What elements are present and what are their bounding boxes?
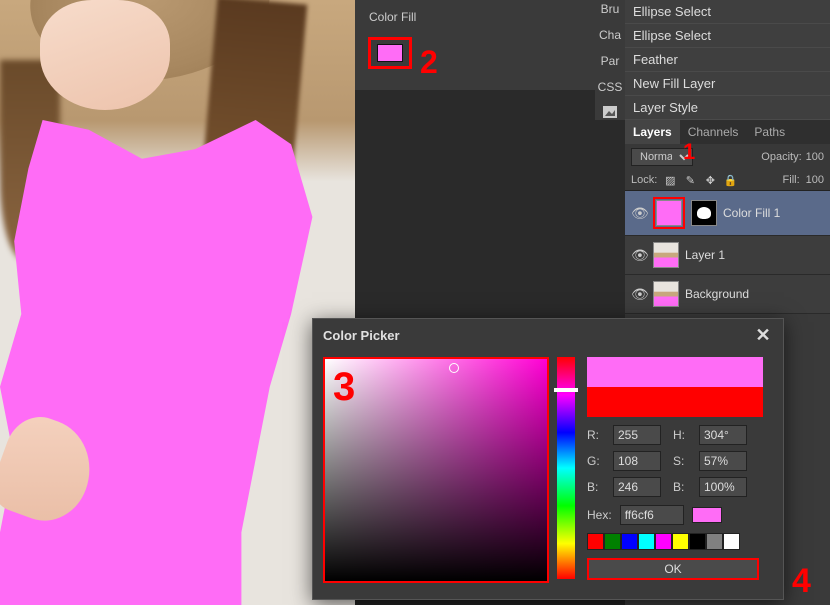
palette-swatch[interactable] — [604, 533, 621, 550]
panel-tab-character[interactable]: Cha — [599, 28, 621, 42]
palette-swatch[interactable] — [621, 533, 638, 550]
properties-title: Color Fill — [369, 10, 611, 24]
layer-thumbnail[interactable] — [653, 242, 679, 268]
sv-cursor-icon — [449, 363, 459, 373]
layer-row-background[interactable]: 👁 Background — [625, 275, 830, 314]
image-icon[interactable] — [603, 106, 617, 120]
layer-thumbnail-selection — [653, 197, 685, 229]
s-input[interactable] — [699, 451, 747, 471]
history-item[interactable]: Layer Style — [625, 96, 830, 120]
history-item[interactable]: New Fill Layer — [625, 72, 830, 96]
color-preview-new — [587, 357, 763, 387]
photo-face — [40, 0, 170, 110]
layer-name[interactable]: Background — [685, 287, 749, 301]
fill-label: Fill: — [783, 174, 800, 186]
history-item[interactable]: Feather — [625, 48, 830, 72]
lock-move-icon[interactable]: ✥ — [703, 173, 717, 187]
hue-cursor-icon — [554, 388, 578, 392]
annotation-number-1: 1 — [683, 139, 695, 165]
lock-all-icon[interactable]: 🔒 — [723, 173, 737, 187]
hue-slider[interactable] — [557, 357, 575, 579]
panel-tab-css[interactable]: CSS — [598, 80, 623, 94]
hex-input[interactable] — [620, 505, 684, 525]
palette-swatch[interactable] — [689, 533, 706, 550]
dialog-titlebar[interactable]: Color Picker ✕ — [313, 319, 783, 351]
layer-name[interactable]: Color Fill 1 — [723, 206, 780, 220]
annotation-number-4: 4 — [792, 562, 811, 601]
palette-row — [587, 533, 773, 550]
color-preview-old[interactable] — [587, 387, 763, 417]
hex-swatch — [692, 507, 722, 523]
brightness-input[interactable] — [699, 477, 747, 497]
color-values-grid: R: H: G: S: B: B: — [587, 425, 773, 497]
layers-blend-row: Normal 1 Opacity: 100 — [625, 144, 830, 170]
palette-swatch[interactable] — [723, 533, 740, 550]
layer-name[interactable]: Layer 1 — [685, 248, 725, 262]
properties-body — [355, 90, 625, 320]
visibility-toggle-icon[interactable]: 👁 — [631, 205, 647, 222]
brightness-label: B: — [673, 480, 691, 494]
layer-row-layer1[interactable]: 👁 Layer 1 — [625, 236, 830, 275]
panel-tab-brushes[interactable]: Bru — [601, 2, 620, 16]
panel-tab-paragraph[interactable]: Par — [601, 54, 620, 68]
lock-brush-icon[interactable]: ✎ — [683, 173, 697, 187]
r-input[interactable] — [613, 425, 661, 445]
h-label: H: — [673, 428, 691, 442]
palette-swatch[interactable] — [655, 533, 672, 550]
layers-lock-row: Lock: ▨ ✎ ✥ 🔒 Fill: 100 — [625, 170, 830, 191]
color-fill-swatch[interactable] — [369, 38, 411, 68]
opacity-label: Opacity: — [761, 151, 801, 163]
ok-button[interactable]: OK — [587, 558, 759, 580]
collapsed-panel-tabs: Bru Cha Par CSS — [595, 0, 625, 120]
b-label: B: — [587, 480, 605, 494]
ok-button-label: OK — [664, 562, 681, 576]
tab-layers[interactable]: Layers — [625, 120, 680, 144]
g-input[interactable] — [613, 451, 661, 471]
layer-mask-thumbnail[interactable] — [691, 200, 717, 226]
lock-label: Lock: — [631, 174, 657, 186]
palette-swatch[interactable] — [672, 533, 689, 550]
layers-panel-tabs: Layers Channels Paths — [625, 120, 830, 144]
color-fill-swatch-color — [377, 44, 403, 62]
saturation-value-field[interactable]: 3 — [323, 357, 549, 583]
document-canvas[interactable] — [0, 0, 355, 605]
palette-swatch[interactable] — [587, 533, 604, 550]
palette-swatch[interactable] — [638, 533, 655, 550]
annotation-number-3: 3 — [333, 365, 355, 410]
visibility-toggle-icon[interactable]: 👁 — [631, 247, 647, 264]
opacity-value[interactable]: 100 — [806, 151, 824, 163]
layer-thumbnail-fill[interactable] — [656, 200, 682, 226]
close-icon[interactable]: ✕ — [753, 325, 773, 345]
fill-value[interactable]: 100 — [806, 174, 824, 186]
history-item[interactable]: Ellipse Select — [625, 24, 830, 48]
color-info-column: R: H: G: S: B: B: Hex: OK — [583, 357, 773, 583]
lock-transparency-icon[interactable]: ▨ — [663, 173, 677, 187]
color-preview — [587, 357, 763, 417]
dialog-title: Color Picker — [323, 328, 400, 343]
history-item[interactable]: Ellipse Select — [625, 0, 830, 24]
layer-row-color-fill[interactable]: 👁 Color Fill 1 — [625, 191, 830, 236]
s-label: S: — [673, 454, 691, 468]
color-picker-dialog: Color Picker ✕ 3 R: H: G: S: B — [312, 318, 784, 600]
r-label: R: — [587, 428, 605, 442]
visibility-toggle-icon[interactable]: 👁 — [631, 286, 647, 303]
g-label: G: — [587, 454, 605, 468]
history-panel: Ellipse Select Ellipse Select Feather Ne… — [625, 0, 830, 120]
annotation-number-2: 2 — [420, 44, 438, 81]
hex-row: Hex: — [587, 505, 773, 525]
b-input[interactable] — [613, 477, 661, 497]
palette-swatch[interactable] — [706, 533, 723, 550]
h-input[interactable] — [699, 425, 747, 445]
layer-thumbnail[interactable] — [653, 281, 679, 307]
hex-label: Hex: — [587, 508, 612, 522]
tab-paths[interactable]: Paths — [746, 120, 793, 144]
